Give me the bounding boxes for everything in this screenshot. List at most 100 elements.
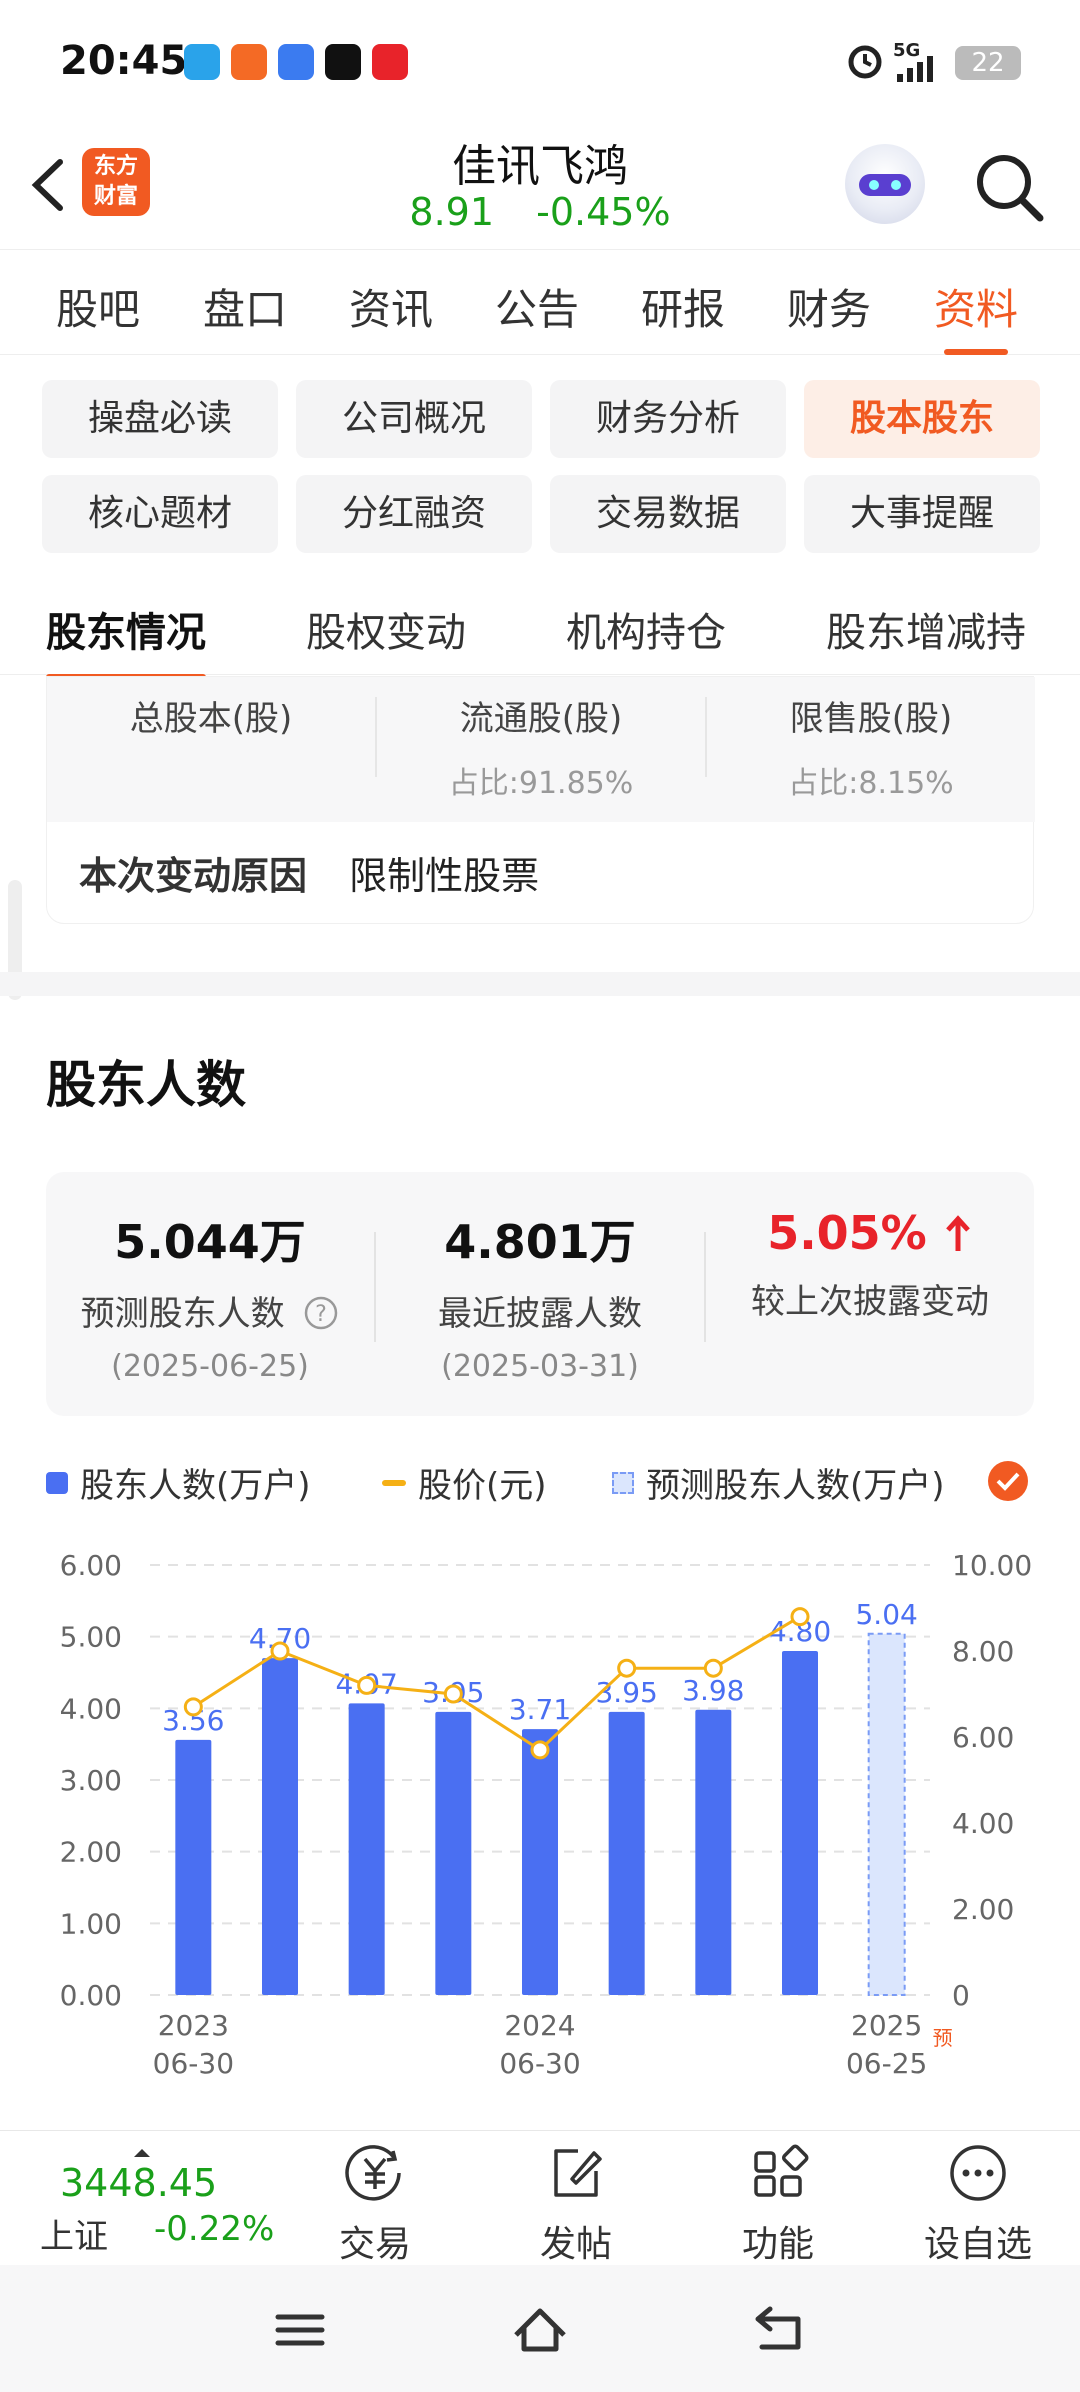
- yuan-circle-icon: [345, 2145, 401, 2201]
- help-icon[interactable]: ?: [303, 1295, 339, 1331]
- mail-app-icon: [231, 44, 267, 80]
- tab-profile[interactable]: 资料: [934, 276, 1018, 355]
- chip-trading-guide[interactable]: 操盘必读: [42, 380, 278, 458]
- price-point: [443, 1684, 463, 1704]
- holders-bar: [782, 1651, 818, 1995]
- latest-holders-stat: 4.801万 最近披露人数 (2025-03-31): [438, 1215, 642, 1384]
- x-tick-label: 06-30: [499, 2047, 580, 2080]
- subtab-holder-changes[interactable]: 股东增减持: [826, 600, 1026, 658]
- restricted-shares-col: 限售股(股) 占比:8.15%: [788, 699, 954, 801]
- y-left-tick-label: 5.00: [60, 1621, 122, 1654]
- y-right-tick-label: 8.00: [952, 1635, 1014, 1668]
- forecast-bar: [867, 1632, 906, 1997]
- legend-holders[interactable]: 股东人数(万户): [46, 1458, 311, 1507]
- wifi-app-icon: [184, 44, 220, 80]
- holders-chart: 0.00 1.00 2.00 3.00 4.00 5.00 6.00 0 2.00 4.00 6.0…: [60, 1549, 1033, 2080]
- x-tick-label: 2025: [851, 2009, 922, 2042]
- tab-research[interactable]: 研报: [641, 276, 725, 337]
- holders-bar: [608, 1711, 645, 1995]
- tiktok-icon: [325, 44, 361, 80]
- more-circle-icon: [950, 2145, 1006, 2201]
- tab-guba[interactable]: 股吧: [56, 276, 140, 337]
- tab-pankou[interactable]: 盘口: [203, 276, 287, 337]
- status-time: 20:45: [60, 38, 188, 84]
- subtab-holder-overview[interactable]: 股东情况: [46, 600, 206, 680]
- bar-data-label: 3.98: [682, 1674, 744, 1707]
- price-point: [530, 1740, 550, 1760]
- section-divider: [0, 972, 1080, 996]
- holders-bar: [175, 1739, 212, 1995]
- svg-text:?: ?: [316, 1302, 328, 1327]
- change-reason-row: 本次变动原因 限制性股票: [79, 845, 539, 900]
- chip-shareholders[interactable]: 股本股东: [804, 380, 1040, 458]
- main-tabs: 股吧 盘口 资讯 公告 研报 财务 资料: [0, 250, 1080, 355]
- forecast-mark: 预: [933, 2026, 953, 2050]
- nav-add-watchlist[interactable]: 设自选: [908, 2141, 1048, 2267]
- legend-price[interactable]: 股价(元): [382, 1458, 547, 1507]
- nav-post[interactable]: 发帖: [506, 2141, 646, 2267]
- bottom-nav: 3448.45 上证 -0.22% 交易 发帖 功能 设自选: [0, 2130, 1080, 2265]
- tab-finance[interactable]: 财务: [787, 276, 871, 337]
- bar-data-label: 5.04: [855, 1598, 917, 1631]
- subtab-institution-holdings[interactable]: 机构持仓: [566, 600, 726, 658]
- tab-news[interactable]: 资讯: [349, 276, 433, 337]
- video-app-icon: [372, 44, 408, 80]
- chip-core-themes[interactable]: 核心题材: [42, 475, 278, 553]
- change-reason-label: 本次变动原因: [79, 854, 308, 898]
- price-point: [790, 1607, 810, 1627]
- stock-header: 东方 财富 佳讯飞鸿 8.91 -0.45%: [0, 130, 1080, 250]
- sub-tabs: 股东情况 股权变动 机构持仓 股东增减持: [0, 580, 1080, 680]
- bar-data-label: 3.95: [595, 1676, 657, 1709]
- chip-events[interactable]: 大事提醒: [804, 475, 1040, 553]
- capital-card: 总股本(股) 流通股(股) 占比:91.85% 限售股(股) 占比:8.15% …: [46, 676, 1035, 924]
- y-left-tick-label: 6.00: [60, 1549, 122, 1582]
- total-shares-col: 总股本(股): [129, 699, 293, 739]
- nav-trade[interactable]: 交易: [305, 2141, 445, 2267]
- x-tick-label: 06-25: [846, 2047, 927, 2080]
- change-reason-value: 限制性股票: [349, 854, 540, 898]
- y-right-tick-label: 2.00: [952, 1893, 1014, 1926]
- chip-dividends[interactable]: 分红融资: [296, 475, 532, 553]
- legend-forecast[interactable]: 预测股东人数(万户): [612, 1458, 945, 1507]
- y-left-tick-label: 4.00: [60, 1692, 122, 1725]
- index-value: 3448.45: [60, 2161, 218, 2205]
- browser-app-icon: [278, 44, 314, 80]
- price-point: [270, 1641, 290, 1661]
- capital-header: 总股本(股) 流通股(股) 占比:91.85% 限售股(股) 占比:8.15%: [47, 677, 1035, 822]
- y-right-tick-label: 6.00: [952, 1721, 1014, 1754]
- index-name: 上证: [40, 2217, 108, 2257]
- menu-icon[interactable]: [270, 2305, 330, 2355]
- nav-functions[interactable]: 功能: [708, 2141, 848, 2267]
- system-nav-bar: [0, 2265, 1080, 2392]
- price-point: [183, 1697, 203, 1717]
- price-point: [617, 1658, 637, 1678]
- check-icon[interactable]: [988, 1461, 1028, 1501]
- chip-financial-analysis[interactable]: 财务分析: [550, 380, 786, 458]
- assistant-robot-icon[interactable]: [845, 144, 925, 224]
- index-ticker[interactable]: 3448.45 上证 -0.22%: [40, 2147, 274, 2257]
- y-left-tick-label: 2.00: [60, 1836, 122, 1869]
- up-arrow-icon: [945, 1215, 970, 1251]
- y-left-tick-label: 3.00: [60, 1764, 122, 1797]
- price-change: -0.45%: [536, 190, 671, 234]
- subtab-equity-change[interactable]: 股权变动: [306, 600, 466, 658]
- status-bar: 20:45 5G 22: [0, 0, 1080, 130]
- home-icon[interactable]: [508, 2299, 572, 2359]
- x-tick-label: 06-30: [153, 2047, 234, 2080]
- grid-icon: [754, 2144, 809, 2197]
- back-nav-icon[interactable]: [748, 2303, 812, 2357]
- float-shares-col: 流通股(股) 占比:91.85%: [448, 699, 634, 801]
- alarm-icon: [848, 45, 882, 79]
- forecast-holders-stat: 5.044万 预测股东人数 ? (2025-06-25): [46, 1172, 374, 1384]
- chip-trading-data[interactable]: 交易数据: [550, 475, 786, 553]
- chip-company-overview[interactable]: 公司概况: [296, 380, 532, 458]
- y-right-tick-label: 0: [952, 1979, 970, 2012]
- holders-change-stat: 5.05% 较上次披露变动: [751, 1206, 989, 1322]
- battery-icon: 22: [955, 46, 1021, 80]
- x-tick-label: 2024: [504, 2009, 575, 2042]
- price-value: 8.91: [409, 190, 495, 234]
- x-tick-label: 2023: [158, 2009, 229, 2042]
- tab-announcements[interactable]: 公告: [495, 276, 579, 337]
- search-icon[interactable]: [970, 148, 1050, 228]
- edit-icon: [554, 2149, 602, 2197]
